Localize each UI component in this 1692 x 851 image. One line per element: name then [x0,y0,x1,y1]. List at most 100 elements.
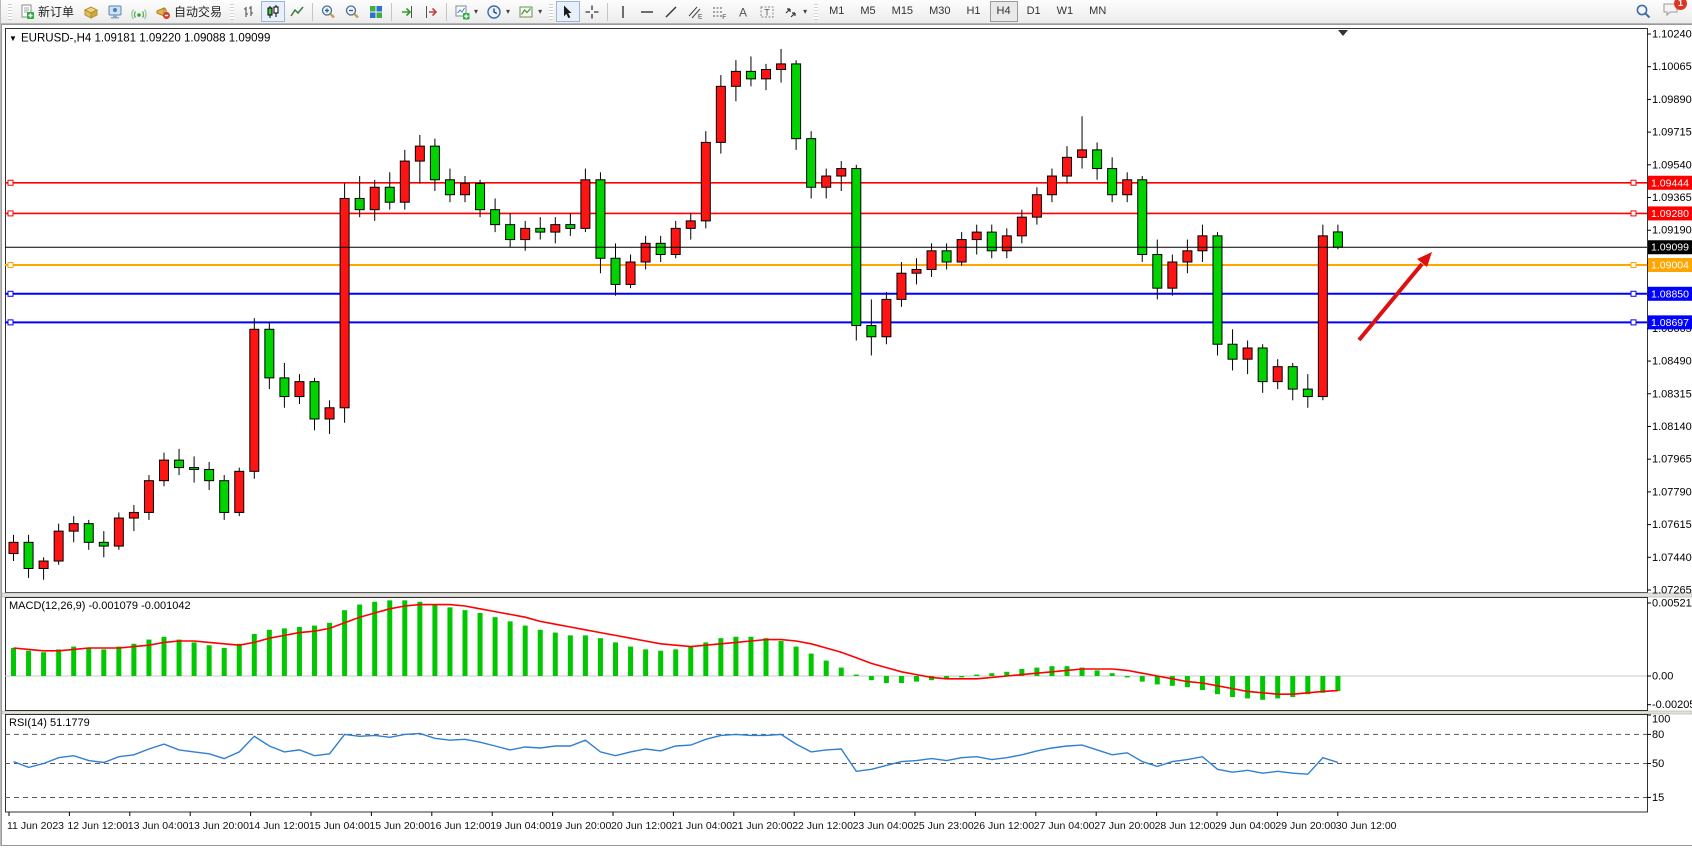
chart-shift-button[interactable] [419,1,443,22]
line-handle[interactable] [1631,320,1636,325]
text-tool-button[interactable]: A [731,1,755,22]
candle [461,184,470,195]
toolbar-drag-handle[interactable] [230,4,234,20]
zoom-in-button[interactable] [316,1,340,22]
candle [1183,251,1192,262]
line-handle[interactable] [1631,262,1636,267]
arrows-tool-button[interactable]: ▾ [779,1,811,22]
text-tool-icon: A [735,4,751,20]
new-order-button[interactable]: 新订单 [15,1,79,22]
price-chart-svg[interactable]: MACD(12,26,9) -0.001079 -0.001042 RSI(14)… [1,24,1692,846]
main-price-pane[interactable] [6,29,1648,593]
history-center-button[interactable] [79,1,103,22]
zoom-out-button[interactable] [340,1,364,22]
candle [491,210,500,225]
auto-trading-button[interactable]: 自动交易 [151,1,227,22]
candle [1228,344,1237,359]
equidistant-channel-tool-button[interactable]: E [683,1,707,22]
line-chart-button[interactable] [285,1,309,22]
svg-text:▼: ▼ [9,34,17,43]
candle [280,378,289,397]
horizontal-line-tool-button[interactable] [635,1,659,22]
candle [626,262,635,284]
candle [310,382,319,419]
dropdown-caret-icon: ▾ [474,7,478,16]
auto-trading-label: 自动交易 [174,3,223,20]
candle [837,169,846,176]
line-handle[interactable] [8,320,13,325]
svg-text:19 Jun 20:00: 19 Jun 20:00 [551,820,612,832]
yellow-box-icon [83,4,99,20]
svg-text:1.08697: 1.08697 [1651,317,1689,329]
macd-pane[interactable]: MACD(12,26,9) -0.001079 -0.001042 [5,598,1648,711]
candle [1138,180,1147,255]
timeframe-button-m5[interactable]: M5 [853,1,882,22]
candle [957,240,966,262]
market-watch-button[interactable] [103,1,127,22]
line-handle[interactable] [1631,291,1636,296]
crosshair-icon [584,4,600,20]
candlestick-chart-button[interactable] [261,1,285,22]
dropdown-caret-icon: ▾ [803,7,807,16]
svg-text:1.08315: 1.08315 [1652,388,1692,400]
candle [84,524,93,543]
timeframe-button-h4[interactable]: H4 [990,1,1018,22]
new-chart-button[interactable]: ▾ [450,1,482,22]
timeframe-button-h1[interactable]: H1 [959,1,987,22]
pane-separator[interactable] [2,711,1692,714]
candle [54,531,63,561]
pane-separator[interactable] [2,593,1692,597]
search-icon[interactable] [1635,3,1652,20]
candle [521,228,530,239]
svg-text:12 Jun 12:00: 12 Jun 12:00 [67,820,128,832]
signals-button[interactable] [127,1,151,22]
trendline-tool-button[interactable] [659,1,683,22]
toolbar-separator [607,3,608,21]
timeframe-button-m15[interactable]: M15 [885,1,920,22]
timeframe-button-d1[interactable]: D1 [1020,1,1048,22]
candle [972,232,981,239]
line-chart-icon [289,4,305,20]
macd-label: MACD(12,26,9) -0.001079 -0.001042 [9,600,191,612]
candle [190,468,199,470]
candle [1017,217,1026,236]
templates-button[interactable]: ▾ [514,1,546,22]
cursor-button[interactable] [556,1,580,22]
fibonacci-tool-button[interactable]: F [707,1,731,22]
timeframe-button-m30[interactable]: M30 [922,1,957,22]
zoom-out-icon [344,4,360,20]
svg-text:1.09890: 1.09890 [1652,94,1692,106]
toolbar-drag-handle[interactable] [814,4,818,20]
timeframe-button-m1[interactable]: M1 [822,1,851,22]
line-handle[interactable] [1631,211,1636,216]
candle [596,180,605,258]
line-handle[interactable] [1631,180,1636,185]
periods-button[interactable]: ▾ [482,1,514,22]
crosshair-button[interactable] [580,1,604,22]
notifications-button[interactable]: 1 [1662,1,1680,22]
svg-text:1.10240: 1.10240 [1652,29,1692,41]
svg-text:1.08490: 1.08490 [1652,356,1692,368]
candle [882,299,891,336]
line-handle[interactable] [8,291,13,296]
svg-text:1.07440: 1.07440 [1652,552,1692,564]
toolbar-drag-handle[interactable] [549,4,553,20]
chart-area[interactable]: MACD(12,26,9) -0.001079 -0.001042 RSI(14)… [1,24,1692,846]
rsi-pane[interactable]: RSI(14) 51.1779 [5,715,1648,813]
svg-text:E: E [698,13,703,20]
svg-text:28 Jun 12:00: 28 Jun 12:00 [1155,820,1216,832]
tile-windows-button[interactable] [364,1,388,22]
bar-chart-button[interactable] [237,1,261,22]
timeframe-button-w1[interactable]: W1 [1050,1,1081,22]
candle [415,146,424,161]
rsi-label: RSI(14) 51.1779 [9,717,90,729]
timeframe-button-mn[interactable]: MN [1082,1,1113,22]
text-label-tool-button[interactable]: T [755,1,779,22]
clock-icon [486,4,502,20]
line-handle[interactable] [8,262,13,267]
vertical-line-tool-button[interactable] [611,1,635,22]
line-handle[interactable] [8,180,13,185]
toolbar-drag-handle[interactable] [8,4,12,20]
line-handle[interactable] [8,211,13,216]
auto-scroll-button[interactable] [395,1,419,22]
